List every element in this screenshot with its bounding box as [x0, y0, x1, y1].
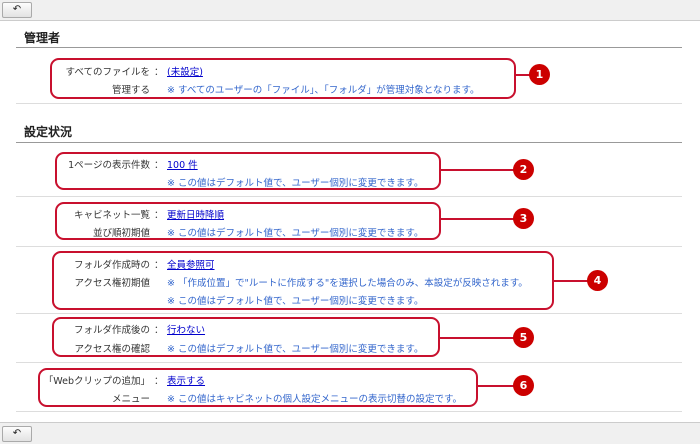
- callout-box: [52, 251, 554, 310]
- callout-line: [440, 218, 516, 220]
- callout-number: 2: [513, 159, 534, 180]
- callout-box: [55, 152, 441, 190]
- callout-box: [38, 368, 478, 407]
- divider: [16, 103, 682, 104]
- callout-line: [477, 385, 515, 387]
- callout-number: 5: [513, 327, 534, 348]
- callout-box: [50, 58, 516, 99]
- section-title-admin: 管理者: [24, 31, 61, 45]
- callout-number: 1: [529, 64, 550, 85]
- divider: [16, 246, 682, 247]
- bottom-toolbar: ↶: [0, 424, 700, 444]
- divider: [16, 411, 682, 412]
- callout-box: [55, 202, 441, 240]
- back-arrow-icon: ↶: [12, 428, 22, 439]
- callout-line: [439, 337, 515, 339]
- back-button[interactable]: ↶: [2, 2, 32, 18]
- callout-number: 6: [513, 375, 534, 396]
- callout-line: [553, 280, 589, 282]
- divider: [16, 142, 682, 143]
- callout-number: 4: [587, 270, 608, 291]
- divider: [16, 313, 682, 314]
- back-button-bottom[interactable]: ↶: [2, 426, 32, 442]
- callout-line: [440, 169, 516, 171]
- section-title-status: 設定状況: [24, 125, 73, 139]
- divider: [16, 196, 682, 197]
- callout-box: [52, 317, 440, 357]
- divider: [16, 47, 682, 48]
- top-toolbar: ↶: [0, 0, 700, 20]
- back-arrow-icon: ↶: [12, 4, 22, 15]
- callout-number: 3: [513, 208, 534, 229]
- divider: [16, 362, 682, 363]
